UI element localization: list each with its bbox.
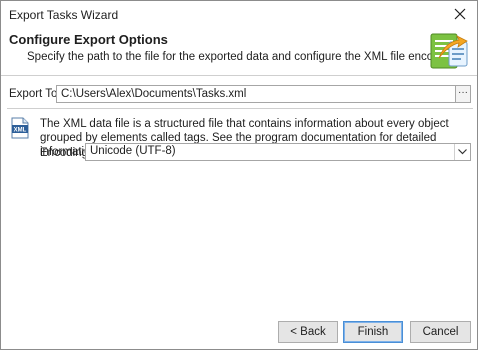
browse-button[interactable]: ··· [456,85,471,103]
page-subtitle: Specify the path to the file for the exp… [27,51,459,63]
chevron-down-icon[interactable] [454,144,470,160]
finish-button[interactable]: Finish [343,321,403,343]
page-title: Configure Export Options [9,32,168,47]
encoding-selected-value: Unicode (UTF-8) [90,145,176,157]
header-divider [1,75,477,76]
title-bar: Export Tasks Wizard [1,1,477,29]
encoding-label: Encoding: [40,147,92,159]
export-to-label: Export To: [9,88,61,100]
wizard-header: Configure Export Options Specify the pat… [1,29,477,75]
svg-text:XML: XML [14,128,27,134]
section-divider [7,108,473,109]
close-icon[interactable] [449,3,471,25]
back-button[interactable]: < Back [278,321,338,343]
wizard-window: Export Tasks Wizard Configure Export Opt… [0,0,478,350]
export-path-input[interactable] [56,85,456,103]
window-title: Export Tasks Wizard [9,8,119,22]
export-wizard-icon [430,33,468,69]
wizard-footer: < Back Finish Cancel [1,313,477,349]
xml-file-icon: XML [11,117,29,139]
encoding-select[interactable]: Unicode (UTF-8) [85,143,471,161]
cancel-button[interactable]: Cancel [410,321,471,343]
